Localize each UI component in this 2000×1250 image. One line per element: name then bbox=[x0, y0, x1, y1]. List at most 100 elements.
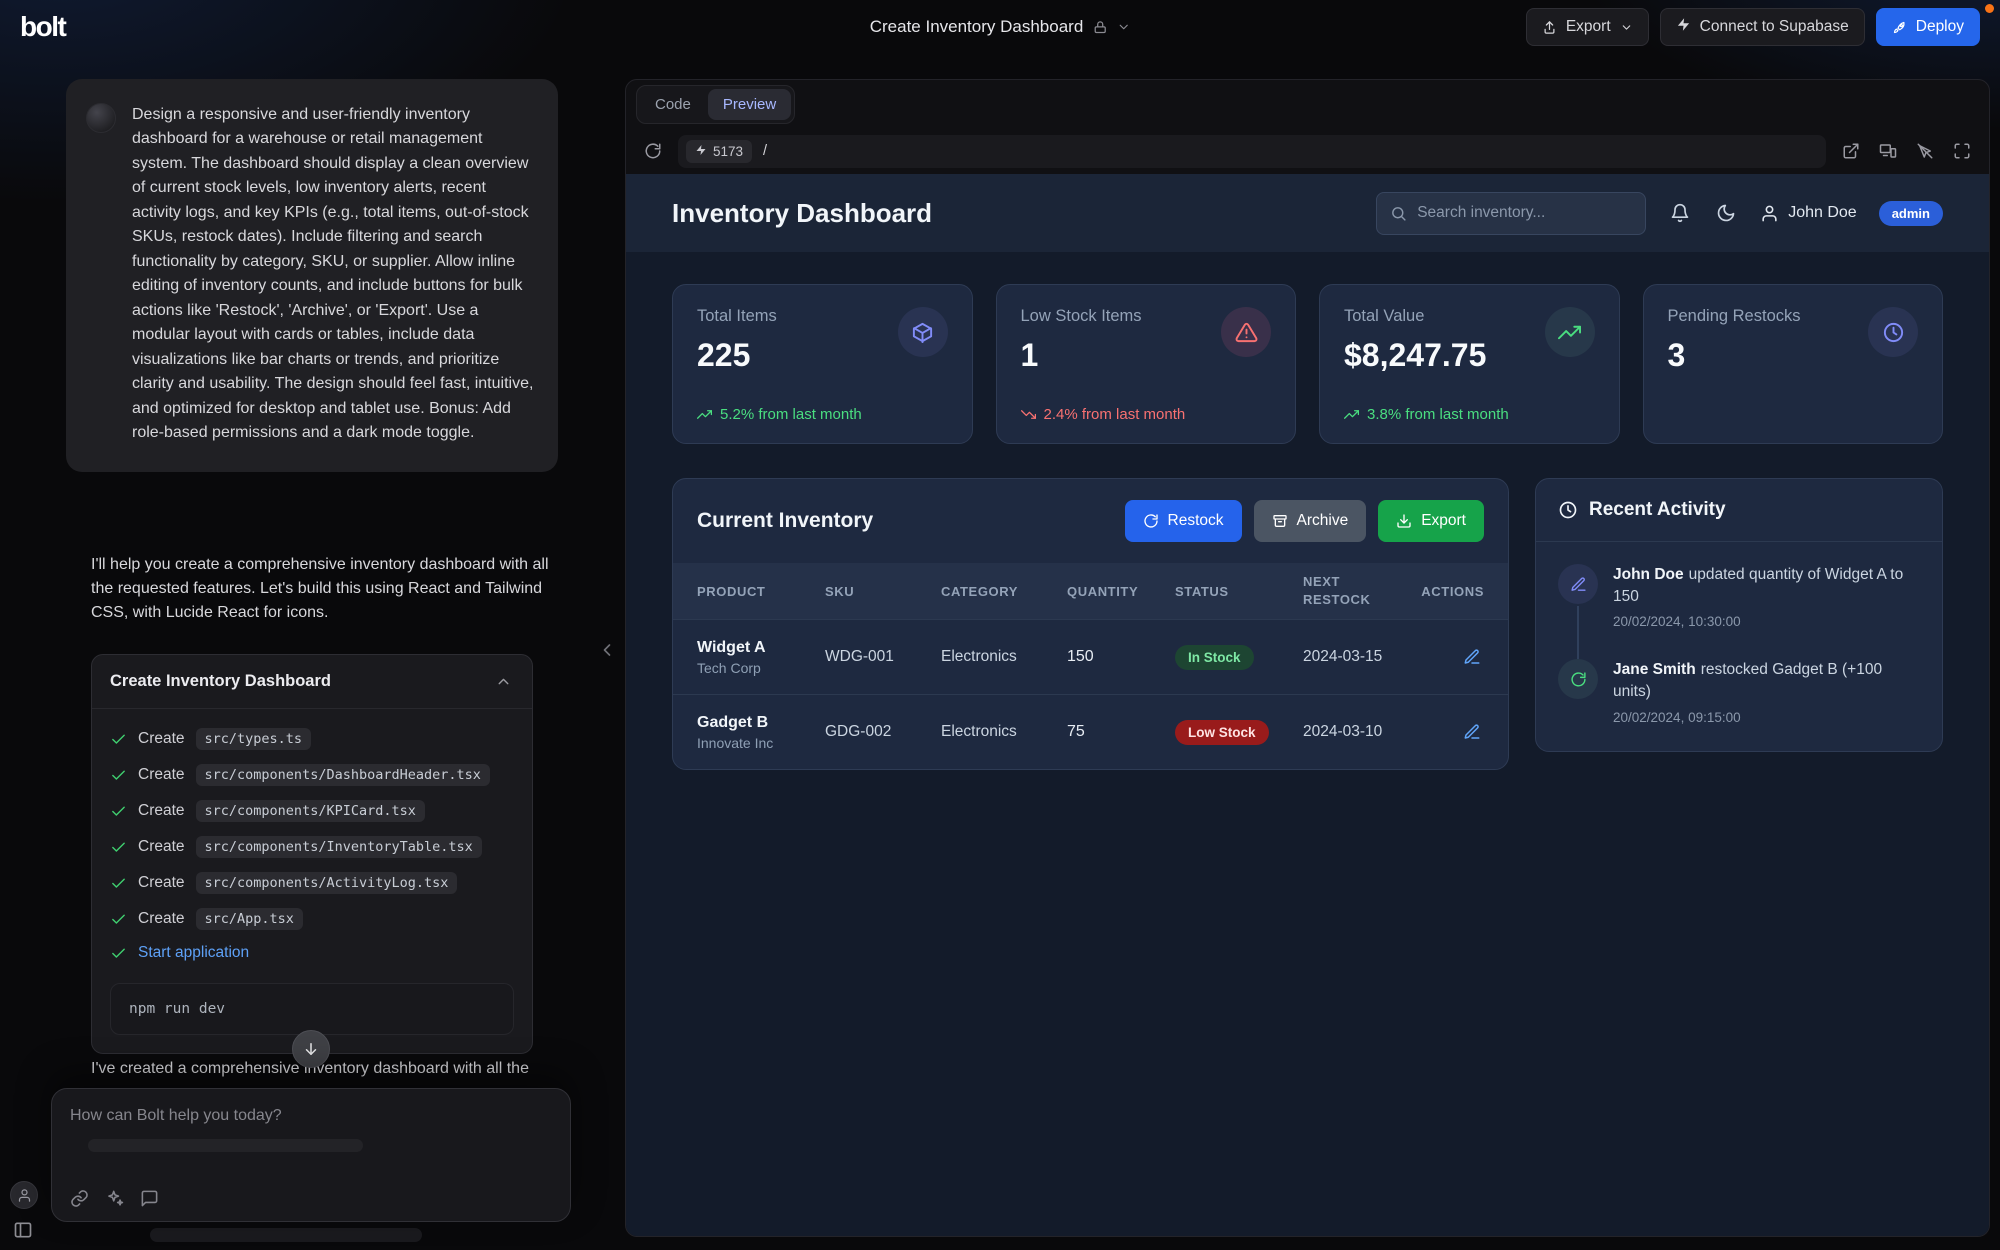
kpi-label: Total Value bbox=[1344, 307, 1486, 326]
port-badge[interactable]: 5173 bbox=[686, 140, 752, 163]
quantity-cell[interactable]: 75 bbox=[1067, 723, 1175, 741]
archive-icon bbox=[1272, 513, 1288, 529]
app-header-actions: John Doe admin bbox=[1376, 192, 1943, 235]
artifact-header[interactable]: Create Inventory Dashboard bbox=[92, 655, 532, 709]
step-action: Create bbox=[138, 910, 185, 928]
main-row: Current Inventory Restock Archive bbox=[672, 478, 1943, 770]
check-icon bbox=[110, 731, 127, 748]
user-avatar bbox=[86, 103, 116, 133]
restock-icon bbox=[1558, 659, 1598, 699]
refresh-button[interactable] bbox=[642, 140, 664, 162]
url-bar[interactable]: 5173 / bbox=[678, 135, 1826, 168]
quantity-cell[interactable]: 150 bbox=[1067, 648, 1175, 666]
column-header: Next Restock bbox=[1303, 573, 1379, 608]
chat-mode-icon[interactable] bbox=[140, 1189, 159, 1208]
kpi-label: Low Stock Items bbox=[1021, 307, 1142, 326]
supabase-bolt-icon bbox=[1676, 17, 1691, 37]
file-chip[interactable]: src/components/ActivityLog.tsx bbox=[196, 872, 458, 894]
artifact-card: Create Inventory Dashboard Create src/ty… bbox=[91, 654, 533, 1054]
edit-row-button[interactable] bbox=[1460, 645, 1484, 669]
supplier-name: Tech Corp bbox=[697, 660, 825, 676]
search-inventory-field[interactable] bbox=[1376, 192, 1646, 235]
open-in-new-tab-button[interactable] bbox=[1840, 140, 1862, 162]
account-avatar[interactable] bbox=[10, 1181, 38, 1209]
activity-list: John Doeupdated quantity of Widget A to … bbox=[1536, 542, 1942, 751]
trend-up-icon bbox=[697, 407, 712, 422]
lock-icon bbox=[1092, 20, 1107, 35]
user-menu[interactable]: John Doe bbox=[1760, 204, 1857, 223]
status-badge: In Stock bbox=[1175, 645, 1254, 670]
file-chip[interactable]: src/App.tsx bbox=[196, 908, 303, 930]
inspector-toggle-button[interactable] bbox=[1914, 140, 1936, 162]
kpi-label: Pending Restocks bbox=[1668, 307, 1801, 326]
kpi-card-total-value: Total Value $8,247.75 3.8% from last mon… bbox=[1319, 284, 1620, 444]
activity-text: John Doeupdated quantity of Widget A to … bbox=[1613, 564, 1920, 607]
artifact-steps: Create src/types.ts Create src/component… bbox=[92, 709, 532, 1053]
export-button[interactable]: Export bbox=[1526, 8, 1649, 46]
kpi-delta: 5.2% from last month bbox=[697, 406, 948, 423]
restock-button[interactable]: Restock bbox=[1125, 500, 1242, 542]
start-application-link[interactable]: Start application bbox=[138, 944, 249, 962]
column-header: SKU bbox=[825, 584, 941, 599]
check-icon bbox=[110, 945, 127, 962]
check-icon bbox=[110, 839, 127, 856]
trend-down-icon bbox=[1021, 407, 1036, 422]
file-chip[interactable]: src/components/InventoryTable.tsx bbox=[196, 836, 482, 858]
kpi-card-low-stock: Low Stock Items 1 2.4% from last month bbox=[996, 284, 1297, 444]
file-chip[interactable]: src/types.ts bbox=[196, 728, 312, 750]
step-action: Create bbox=[138, 874, 185, 892]
export-inventory-button[interactable]: Export bbox=[1378, 500, 1484, 542]
chat-input[interactable]: How can Bolt help you today? bbox=[51, 1088, 571, 1222]
edit-icon bbox=[1558, 564, 1598, 604]
alert-triangle-icon bbox=[1221, 307, 1271, 357]
column-header: Category bbox=[941, 584, 1067, 599]
check-icon bbox=[110, 803, 127, 820]
chat-input-placeholder: How can Bolt help you today? bbox=[70, 1107, 552, 1125]
file-chip[interactable]: src/components/DashboardHeader.tsx bbox=[196, 764, 490, 786]
activity-text: Jane Smithrestocked Gadget B (+100 units… bbox=[1613, 659, 1920, 702]
search-icon bbox=[1390, 205, 1407, 222]
link-attach-icon[interactable] bbox=[70, 1189, 89, 1208]
activity-title: Recent Activity bbox=[1589, 499, 1726, 521]
sparkles-icon[interactable] bbox=[105, 1189, 124, 1208]
terminal-command: npm run dev bbox=[110, 983, 514, 1035]
trending-up-icon bbox=[1545, 307, 1595, 357]
url-path: / bbox=[763, 143, 767, 159]
collapse-artifact-button[interactable] bbox=[493, 671, 514, 692]
app-content: Total Items 225 5.2% from last month bbox=[626, 252, 1989, 1236]
inventory-title: Current Inventory bbox=[697, 509, 873, 533]
app-preview: Inventory Dashboard John Doe bbox=[626, 174, 1989, 1236]
assistant-message-truncated: I've created a comprehensive inventory d… bbox=[91, 1060, 571, 1078]
archive-button[interactable]: Archive bbox=[1254, 500, 1367, 542]
kpi-value: $8,247.75 bbox=[1344, 337, 1486, 374]
fullscreen-button[interactable] bbox=[1951, 140, 1973, 162]
search-inventory-input[interactable] bbox=[1417, 204, 1632, 222]
app-title: Inventory Dashboard bbox=[672, 198, 932, 229]
column-header: Product bbox=[697, 584, 825, 599]
edit-row-button[interactable] bbox=[1460, 720, 1484, 744]
tab-preview[interactable]: Preview bbox=[708, 89, 791, 120]
preview-panel: Code Preview 5173 / bbox=[625, 79, 1990, 1237]
chevron-down-icon bbox=[1116, 20, 1130, 34]
collapse-chat-handle[interactable] bbox=[597, 640, 617, 660]
column-header: Actions bbox=[1421, 584, 1484, 599]
deploy-button[interactable]: Deploy bbox=[1876, 8, 1980, 46]
artifact-step: Create src/components/InventoryTable.tsx bbox=[110, 829, 514, 865]
project-title-menu[interactable]: Create Inventory Dashboard bbox=[870, 17, 1131, 37]
dark-mode-toggle[interactable] bbox=[1714, 201, 1738, 225]
upload-icon bbox=[1542, 20, 1557, 35]
kpi-card-pending-restocks: Pending Restocks 3 bbox=[1643, 284, 1944, 444]
table-row: Gadget B Innovate Inc GDG-002 Electronic… bbox=[673, 694, 1508, 769]
responsive-devices-button[interactable] bbox=[1877, 140, 1899, 162]
bulk-actions: Restock Archive Export bbox=[1125, 500, 1485, 542]
connect-supabase-button[interactable]: Connect to Supabase bbox=[1660, 8, 1865, 46]
column-header: Status bbox=[1175, 584, 1303, 599]
chat-panel: Design a responsive and user-friendly in… bbox=[0, 54, 612, 1250]
file-chip[interactable]: src/components/KPICard.tsx bbox=[196, 800, 425, 822]
scroll-to-bottom-button[interactable] bbox=[292, 1030, 330, 1068]
activity-header: Recent Activity bbox=[1536, 479, 1942, 542]
tab-code[interactable]: Code bbox=[640, 89, 706, 120]
step-action: Create bbox=[138, 766, 185, 784]
notifications-bell-icon[interactable] bbox=[1668, 201, 1692, 225]
sidebar-toggle-icon[interactable] bbox=[13, 1220, 33, 1240]
